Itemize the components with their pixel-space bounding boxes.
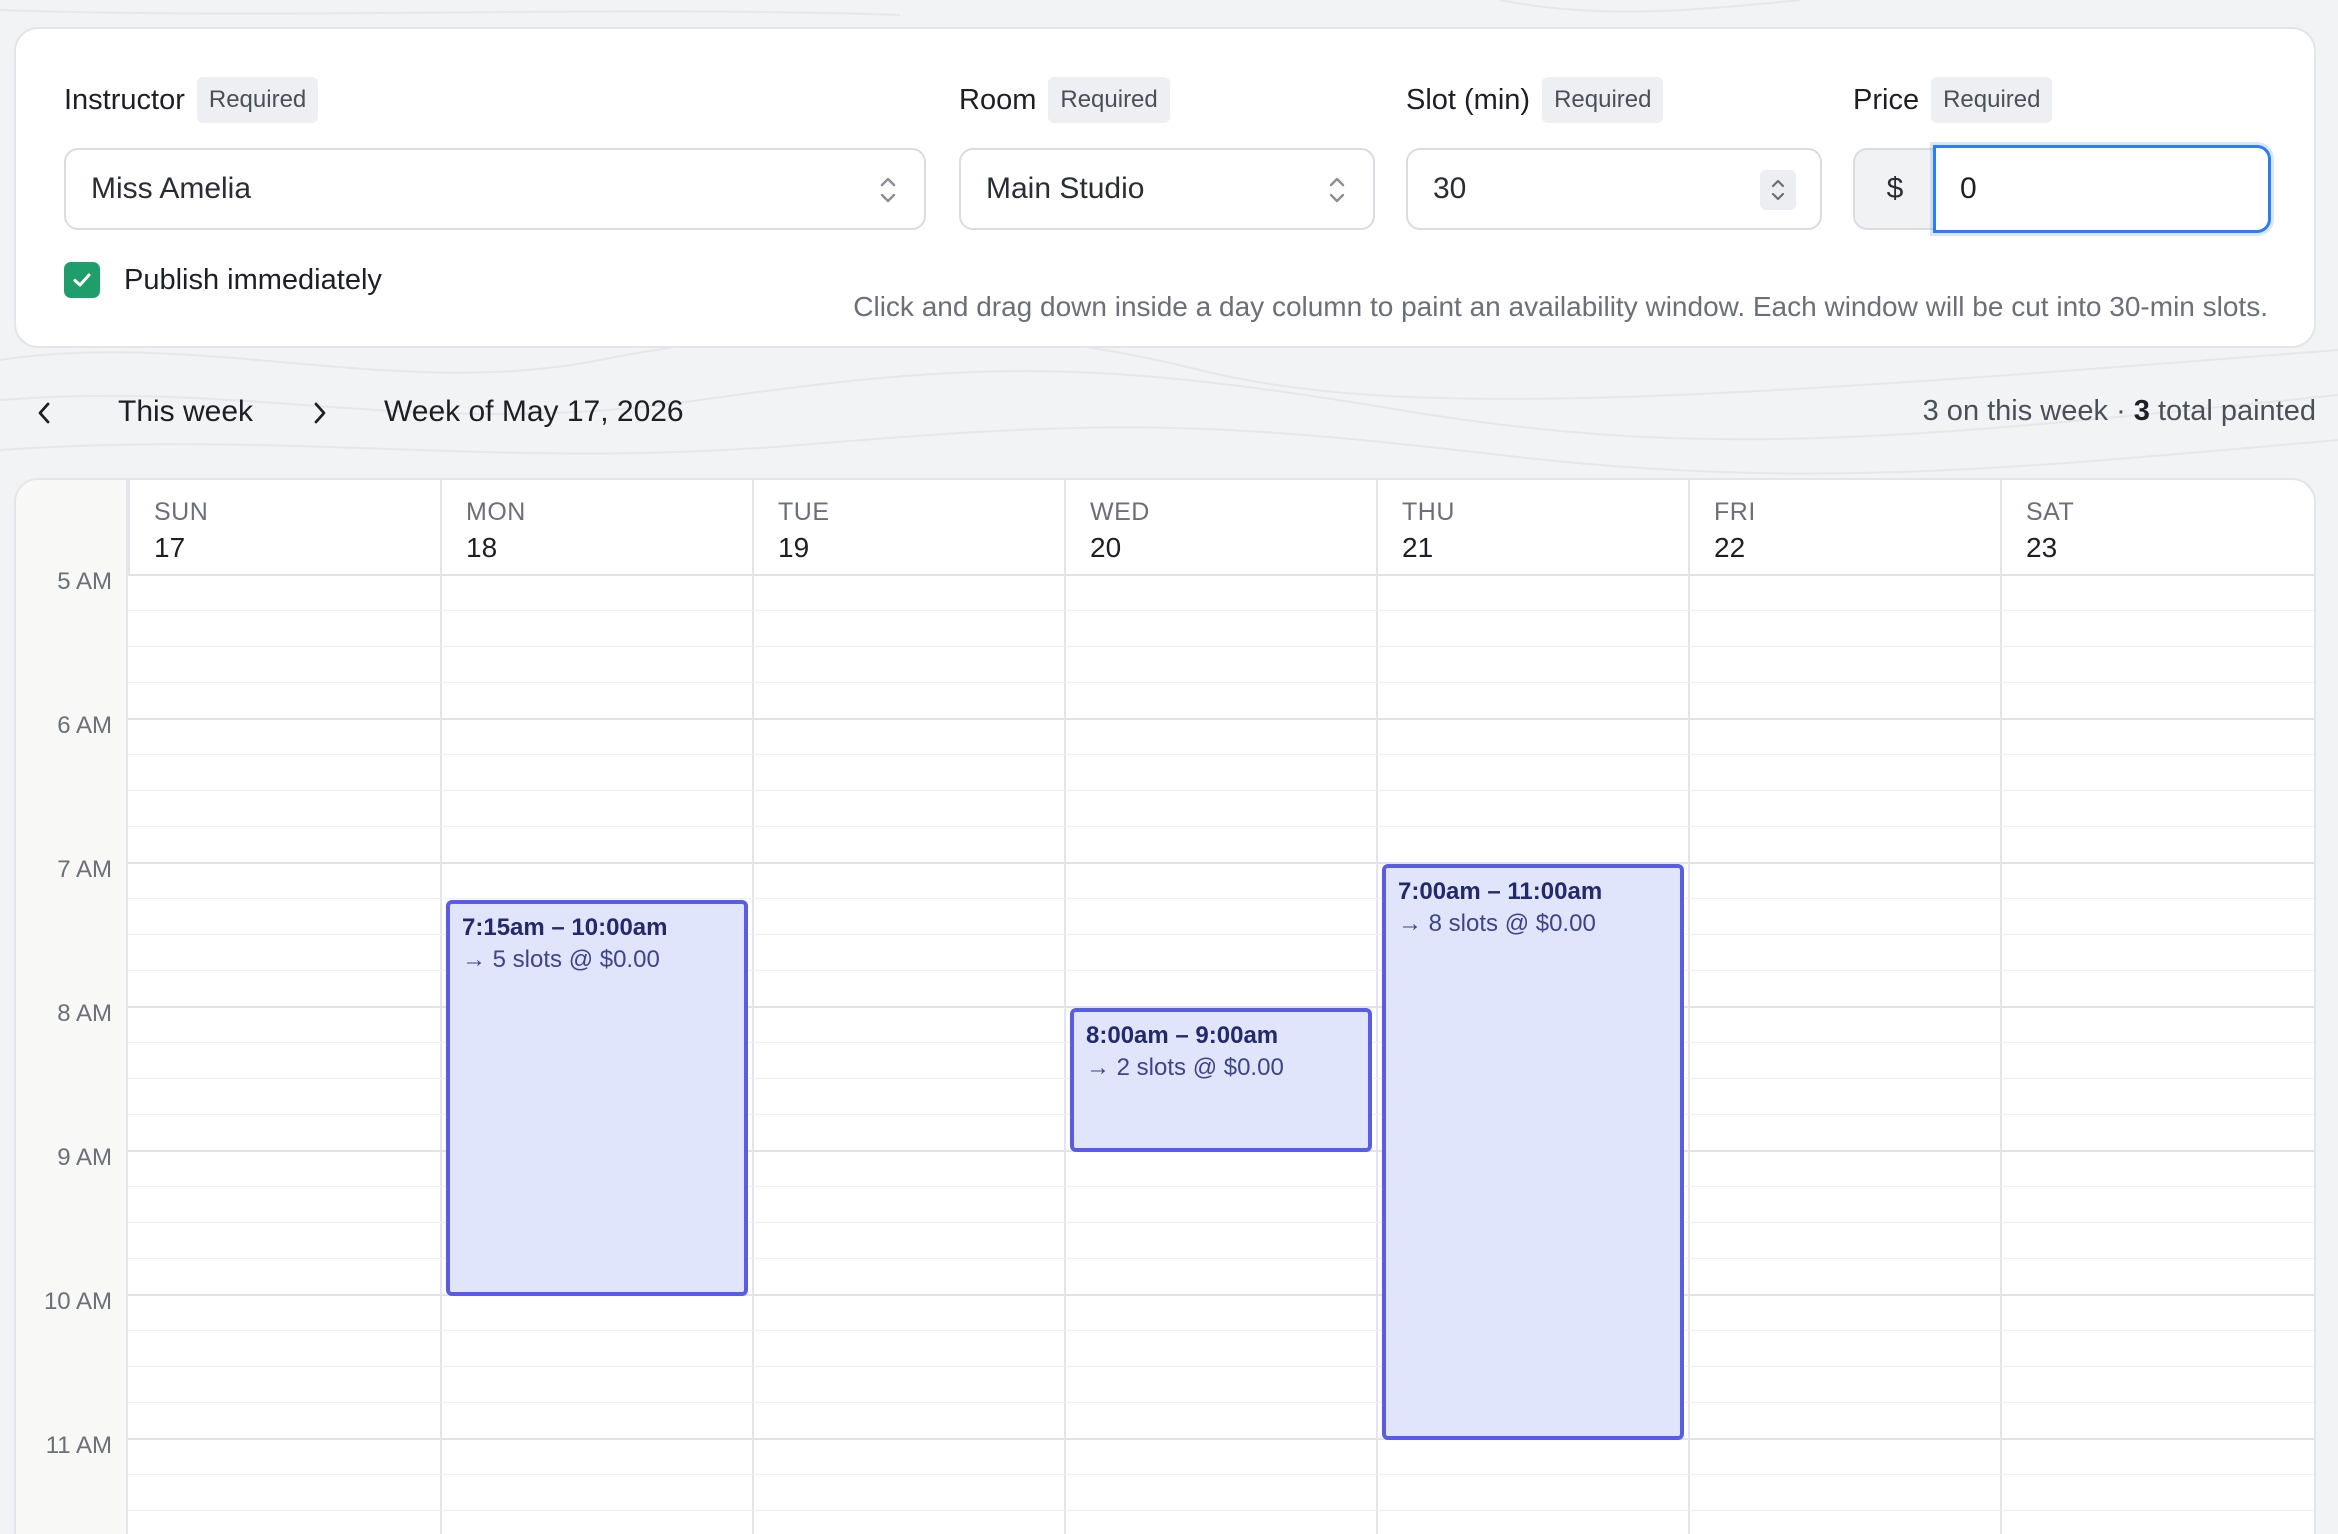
room-select[interactable]: Main Studio [959,148,1375,230]
price-label: Price [1853,83,1920,116]
day-of-week: SAT [2026,498,2075,526]
quarter-line [128,1474,2314,1475]
window-slot-summary: → 8 slots @ $0.00 [1398,910,1596,937]
room-label: Room [959,83,1037,116]
day-of-week: FRI [1714,498,1756,526]
hour-label: 9 AM [57,1144,112,1171]
check-icon [73,273,91,287]
currency-prefix: $ [1853,148,1935,230]
availability-window-thu[interactable]: 7:00am – 11:00am → 8 slots @ $0.00 [1382,864,1684,1440]
window-slot-summary: → 2 slots @ $0.00 [1086,1054,1284,1081]
day-number: 21 [1402,532,1434,563]
room-required-badge: Required [1048,77,1170,123]
quarter-line [128,1330,2314,1331]
painted-counts: 3 on this week · 3 total painted [1923,395,2316,428]
day-header-wed: WED 20 [1064,480,1376,574]
hour-label: 7 AM [57,856,112,883]
publish-immediately-toggle[interactable]: Publish immediately [64,262,382,298]
day-header-mon: MON 18 [440,480,752,574]
week-navigation: This week Week of May 17, 2026 3 on this… [0,385,2338,441]
price-input-value: 0 [1960,172,1977,205]
instructor-label: Instructor [64,83,185,116]
instructor-required-badge: Required [196,77,319,123]
window-time-range: 8:00am – 9:00am [1086,1022,1279,1049]
day-header-sun: SUN 17 [128,480,440,574]
day-number: 17 [154,532,186,563]
chevron-up-down-icon [1329,177,1345,203]
day-of-week: TUE [778,498,830,526]
day-header-fri: FRI 22 [1688,480,2000,574]
day-number: 19 [778,532,810,563]
chevron-right-icon [314,402,326,424]
counts-suffix: total painted [2149,395,2316,427]
publish-checkbox[interactable] [64,262,100,298]
day-header-tue: TUE 19 [752,480,1064,574]
day-of-week: WED [1090,498,1150,526]
hour-line [128,718,2314,720]
week-calendar: SUN 17 MON 18 TUE 19 WED 20 THU 21 FRI 2… [14,478,2316,1534]
day-number: 22 [1714,532,1746,563]
day-number: 20 [1090,532,1122,563]
hour-line [128,574,2314,576]
day-header-thu: THU 21 [1376,480,1688,574]
slot-number-input[interactable]: 30 [1406,148,1822,230]
slot-label: Slot (min) [1406,83,1531,116]
chevron-up-down-icon [880,177,896,203]
day-of-week: THU [1402,498,1455,526]
prev-week-button[interactable] [26,395,62,431]
hour-label: 5 AM [57,568,112,595]
publish-label: Publish immediately [124,263,382,296]
paint-hint-text: Click and drag down inside a day column … [853,291,2268,322]
hour-line [128,1438,2314,1440]
counts-prefix: 3 on this week · [1922,395,2134,427]
slot-form-card: Instructor Required Miss Amelia Room Req… [14,27,2316,348]
week-of-title: Week of May 17, 2026 [384,395,684,428]
day-of-week: MON [466,498,526,526]
instructor-select-value: Miss Amelia [91,172,252,205]
price-required-badge: Required [1931,77,2053,123]
day-of-week: SUN [154,498,209,526]
availability-window-wed[interactable]: 8:00am – 9:00am → 2 slots @ $0.00 [1070,1008,1372,1152]
quarter-line [128,610,2314,611]
counts-total: 3 [2133,395,2150,427]
day-number: 18 [466,532,498,563]
quarter-line [128,646,2314,647]
price-input[interactable]: 0 [1933,145,2271,233]
slot-required-badge: Required [1542,77,1664,123]
quarter-line [128,1402,2314,1403]
day-number: 23 [2026,532,2058,563]
hour-label: 11 AM [45,1432,112,1459]
window-time-range: 7:00am – 11:00am [1398,878,1603,905]
hour-line [128,862,2314,864]
hour-label: 8 AM [57,1000,112,1027]
hour-label: 10 AM [43,1288,112,1315]
quarter-line [128,898,2314,899]
quarter-line [128,790,2314,791]
quarter-line [128,1510,2314,1511]
window-slot-summary: → 5 slots @ $0.00 [462,946,660,973]
hour-label: 6 AM [57,712,112,739]
quarter-line [128,682,2314,683]
quarter-line [128,826,2314,827]
availability-window-mon[interactable]: 7:15am – 10:00am → 5 slots @ $0.00 [446,900,748,1296]
instructor-select[interactable]: Miss Amelia [64,148,926,230]
room-select-value: Main Studio [986,172,1145,205]
window-time-range: 7:15am – 10:00am [462,914,668,941]
quarter-line [128,754,2314,755]
chevron-left-icon [38,402,50,424]
day-header-sat: SAT 23 [2000,480,2314,574]
slot-input-value: 30 [1433,172,1467,205]
spinner-icon[interactable] [1760,170,1796,210]
this-week-button[interactable]: This week [118,395,253,429]
quarter-line [128,1366,2314,1367]
next-week-button[interactable] [302,395,338,431]
